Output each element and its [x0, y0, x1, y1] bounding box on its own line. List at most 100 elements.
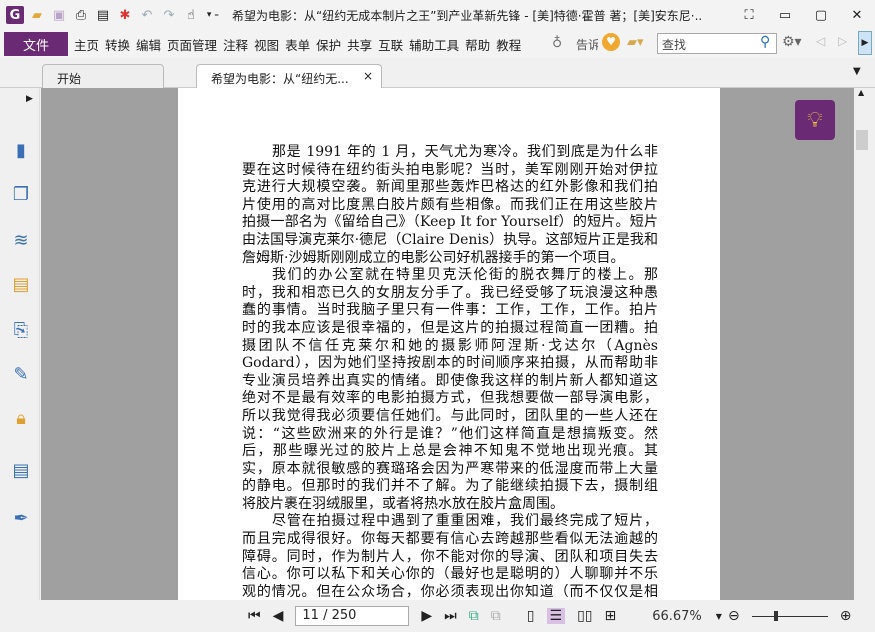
- lock-icon[interactable]: 🔒︎: [10, 408, 32, 430]
- document-view[interactable]: 那是 1991 年的 1 月，天气尤为寒冷。我们到底是为什么非 要在这时候待在纽约…: [41, 88, 854, 600]
- text-line: 时的我本应该是很幸福的，但是这片的拍摄过程简直一团糟。拍: [242, 319, 658, 336]
- text-line: 詹姆斯·沙姆斯刚刚成立的电影公司好机器接手的第一个项目。: [242, 249, 625, 266]
- scan-icon[interactable]: ▤: [94, 6, 112, 24]
- tab-start[interactable]: 开始: [42, 64, 164, 88]
- undo-icon[interactable]: ↶: [138, 6, 156, 24]
- redo-icon[interactable]: ↷: [160, 6, 178, 24]
- menu-page-management[interactable]: 页面管理: [167, 35, 217, 54]
- zoom-slider-handle[interactable]: [773, 610, 778, 621]
- zoom-slider[interactable]: [751, 610, 828, 621]
- minimize-button[interactable]: ▭: [767, 8, 803, 23]
- hand-tool-icon[interactable]: ☝: [182, 6, 200, 24]
- tell-me-label[interactable]: 告诉: [576, 36, 598, 53]
- menu-comment[interactable]: 注释: [223, 35, 248, 54]
- text-line: 说：“这些欧洲来的外行是谁？”他们这样简直是想搞叛变。然: [242, 425, 658, 442]
- maximize-button[interactable]: ▢: [803, 8, 839, 23]
- continuous-facing-icon[interactable]: ⊞: [604, 608, 616, 624]
- scrollbar-thumb[interactable]: [856, 130, 868, 150]
- print-icon[interactable]: ⎙: [72, 6, 90, 24]
- text-line: 绝对不是最有效率的电影拍摄方式，但我想要做一部导演电影，: [242, 390, 658, 407]
- next-icon[interactable]: ▷: [838, 34, 847, 48]
- text-line: 要在这时候待在纽约街头拍电影呢？当时，美军刚刚开始对伊拉: [242, 161, 658, 178]
- text-line: 克进行大规模空袭。新闻里那些轰炸巴格达的红外影像和我们拍: [242, 179, 658, 196]
- search-icon[interactable]: ⚲: [760, 34, 770, 50]
- customize-dropdown-icon[interactable]: ▾ ₌: [204, 6, 222, 24]
- feedback-heart-icon[interactable]: ♥: [602, 33, 620, 51]
- tabs-dropdown-icon[interactable]: ▼: [853, 66, 861, 77]
- text-line: 所以我觉得我必须要信任她们。与此同时，团队里的一些人还在: [242, 407, 658, 424]
- next-page-button[interactable]: ▶: [421, 608, 432, 624]
- text-line: 专业演员培养出真实的情绪。即使像我这样的制片新人都知道这: [242, 372, 658, 389]
- previous-icon[interactable]: ◁: [816, 34, 825, 48]
- text-line: 由法国导演克莱尔·德尼（Claire Denis）执导。这部短片正是我和: [242, 231, 658, 248]
- form-fields-icon[interactable]: ▤: [10, 460, 32, 482]
- menu-edit[interactable]: 编辑: [136, 35, 161, 54]
- text-line: 片使用的高对比度黑白胶片颇有些相像。而我们正在用这些胶片: [242, 196, 658, 213]
- close-window-button[interactable]: ✕: [839, 8, 875, 23]
- find-folder-icon[interactable]: ▰▾: [627, 35, 644, 50]
- text-line: 将胶片裹在羽绒服里，或者将热水放在胶片盒周围。: [242, 495, 564, 512]
- previous-page-button[interactable]: ◀: [273, 608, 284, 624]
- vertical-scrollbar[interactable]: ▲: [854, 88, 870, 600]
- page-number-input[interactable]: 11 / 250: [295, 606, 410, 626]
- ribbon-menu: 文件 主页 转换 编辑 页面管理 注释 视图 表单 保护 共享 互联 辅助工具 …: [0, 30, 875, 58]
- zoom-in-button[interactable]: ⊕: [840, 608, 852, 624]
- app-logo-icon: G: [6, 6, 24, 24]
- facing-pages-icon[interactable]: ▯▯: [577, 608, 592, 624]
- last-page-button[interactable]: ⏭: [444, 608, 457, 624]
- first-page-button[interactable]: ⏮: [248, 608, 261, 624]
- text-line: 观的情况。但在公众场合，你必须表现出你知道（而不仅仅是相: [242, 583, 658, 600]
- page-text: 那是 1991 年的 1 月，天气尤为寒冷。我们到底是为什么非 要在这时候待在纽约…: [242, 144, 658, 600]
- previous-view-icon[interactable]: ⧉: [469, 608, 479, 624]
- zoom-level[interactable]: 66.67%: [652, 609, 702, 624]
- zoom-out-button[interactable]: ⊖: [728, 608, 740, 624]
- save-icon[interactable]: ▣: [50, 6, 68, 24]
- tab-document[interactable]: 希望为电影：从“纽约无... ×: [196, 64, 382, 88]
- menu-convert[interactable]: 转换: [105, 35, 130, 54]
- single-page-icon[interactable]: ▯: [527, 608, 535, 624]
- menu-share[interactable]: 共享: [347, 35, 372, 54]
- text-line: 我们的办公室就在特里贝克沃伦街的脱衣舞厅的楼上。那: [272, 267, 658, 284]
- menu-form[interactable]: 表单: [285, 35, 310, 54]
- expand-panel-icon[interactable]: ▶: [26, 94, 33, 104]
- menu-tutorial[interactable]: 教程: [496, 35, 521, 54]
- new-document-icon[interactable]: ✱: [116, 6, 134, 24]
- signature-icon[interactable]: ✎: [10, 364, 32, 386]
- scroll-up-icon[interactable]: ▲: [858, 88, 864, 97]
- text-line: Godard），因为她们坚持按剧本的时间顺序来拍摄，从而帮助非: [242, 355, 658, 372]
- lightbulb-icon[interactable]: ♁: [552, 35, 562, 51]
- menu-connect[interactable]: 互联: [378, 35, 403, 54]
- search-input[interactable]: 查找: [657, 33, 777, 54]
- menu-help[interactable]: 帮助: [465, 35, 490, 54]
- ribbon-expand-icon[interactable]: ▶: [858, 31, 872, 55]
- text-line: 后，那些曝光过的胶片上总是会神不知鬼不觉地出现光痕。其: [242, 443, 658, 460]
- comments-icon[interactable]: ▤: [10, 274, 32, 296]
- menu-accessibility[interactable]: 辅助工具: [409, 35, 459, 54]
- continuous-page-icon[interactable]: ☰: [546, 608, 566, 624]
- text-line: 拍摄一部名为《留给自己》（Keep It for Yourself）的短片。短片: [242, 214, 658, 231]
- certificate-icon[interactable]: ✒: [10, 508, 32, 530]
- text-line: 摄团队不信任克莱尔和她的摄影师阿涅斯·戈达尔（Agnès: [242, 337, 658, 354]
- text-line: 尽管在拍摄过程中遇到了重重困难，我们最终完成了短片，: [272, 513, 658, 530]
- settings-gear-icon[interactable]: ⚙▾: [782, 34, 802, 50]
- attachment-icon[interactable]: ⎘: [10, 320, 32, 342]
- text-line: 障碍。同时，作为制片人，你不能对你的导演、团队和项目失去: [242, 548, 658, 565]
- close-tab-button[interactable]: ×: [363, 69, 373, 83]
- next-view-icon[interactable]: ⧉: [491, 608, 501, 624]
- text-line: 那是 1991 年的 1 月，天气尤为寒冷。我们到底是为什么非: [272, 144, 658, 160]
- tips-lightbulb-button[interactable]: 💡︎: [795, 100, 835, 140]
- open-folder-icon[interactable]: ▰: [28, 6, 46, 24]
- text-line: 信心。你可以私下和关心你的（最好也是聪明的）人聊聊并不乐: [242, 566, 658, 583]
- layers-icon[interactable]: ≋: [10, 230, 32, 252]
- fullscreen-button[interactable]: ⛶: [731, 8, 767, 23]
- text-line: 的静电。但那时的我们并不了解。为了能继续拍摄下去，摄制组: [242, 478, 658, 495]
- pdf-page: 那是 1991 年的 1 月，天气尤为寒冷。我们到底是为什么非 要在这时候待在纽约…: [178, 88, 720, 600]
- pages-thumbnails-icon[interactable]: ❐: [10, 184, 32, 206]
- menu-view[interactable]: 视图: [254, 35, 279, 54]
- window-title: 希望为电影：从“纽约无成本制片之王”到产业革新先锋 - [美]特德·霍普 著；[…: [232, 8, 702, 23]
- page-icon[interactable]: ▮: [10, 140, 32, 162]
- menu-protect[interactable]: 保护: [316, 35, 341, 54]
- zoom-dropdown-icon[interactable]: ▼: [716, 612, 722, 621]
- file-menu[interactable]: 文件: [4, 32, 68, 56]
- menu-home[interactable]: 主页: [74, 35, 99, 54]
